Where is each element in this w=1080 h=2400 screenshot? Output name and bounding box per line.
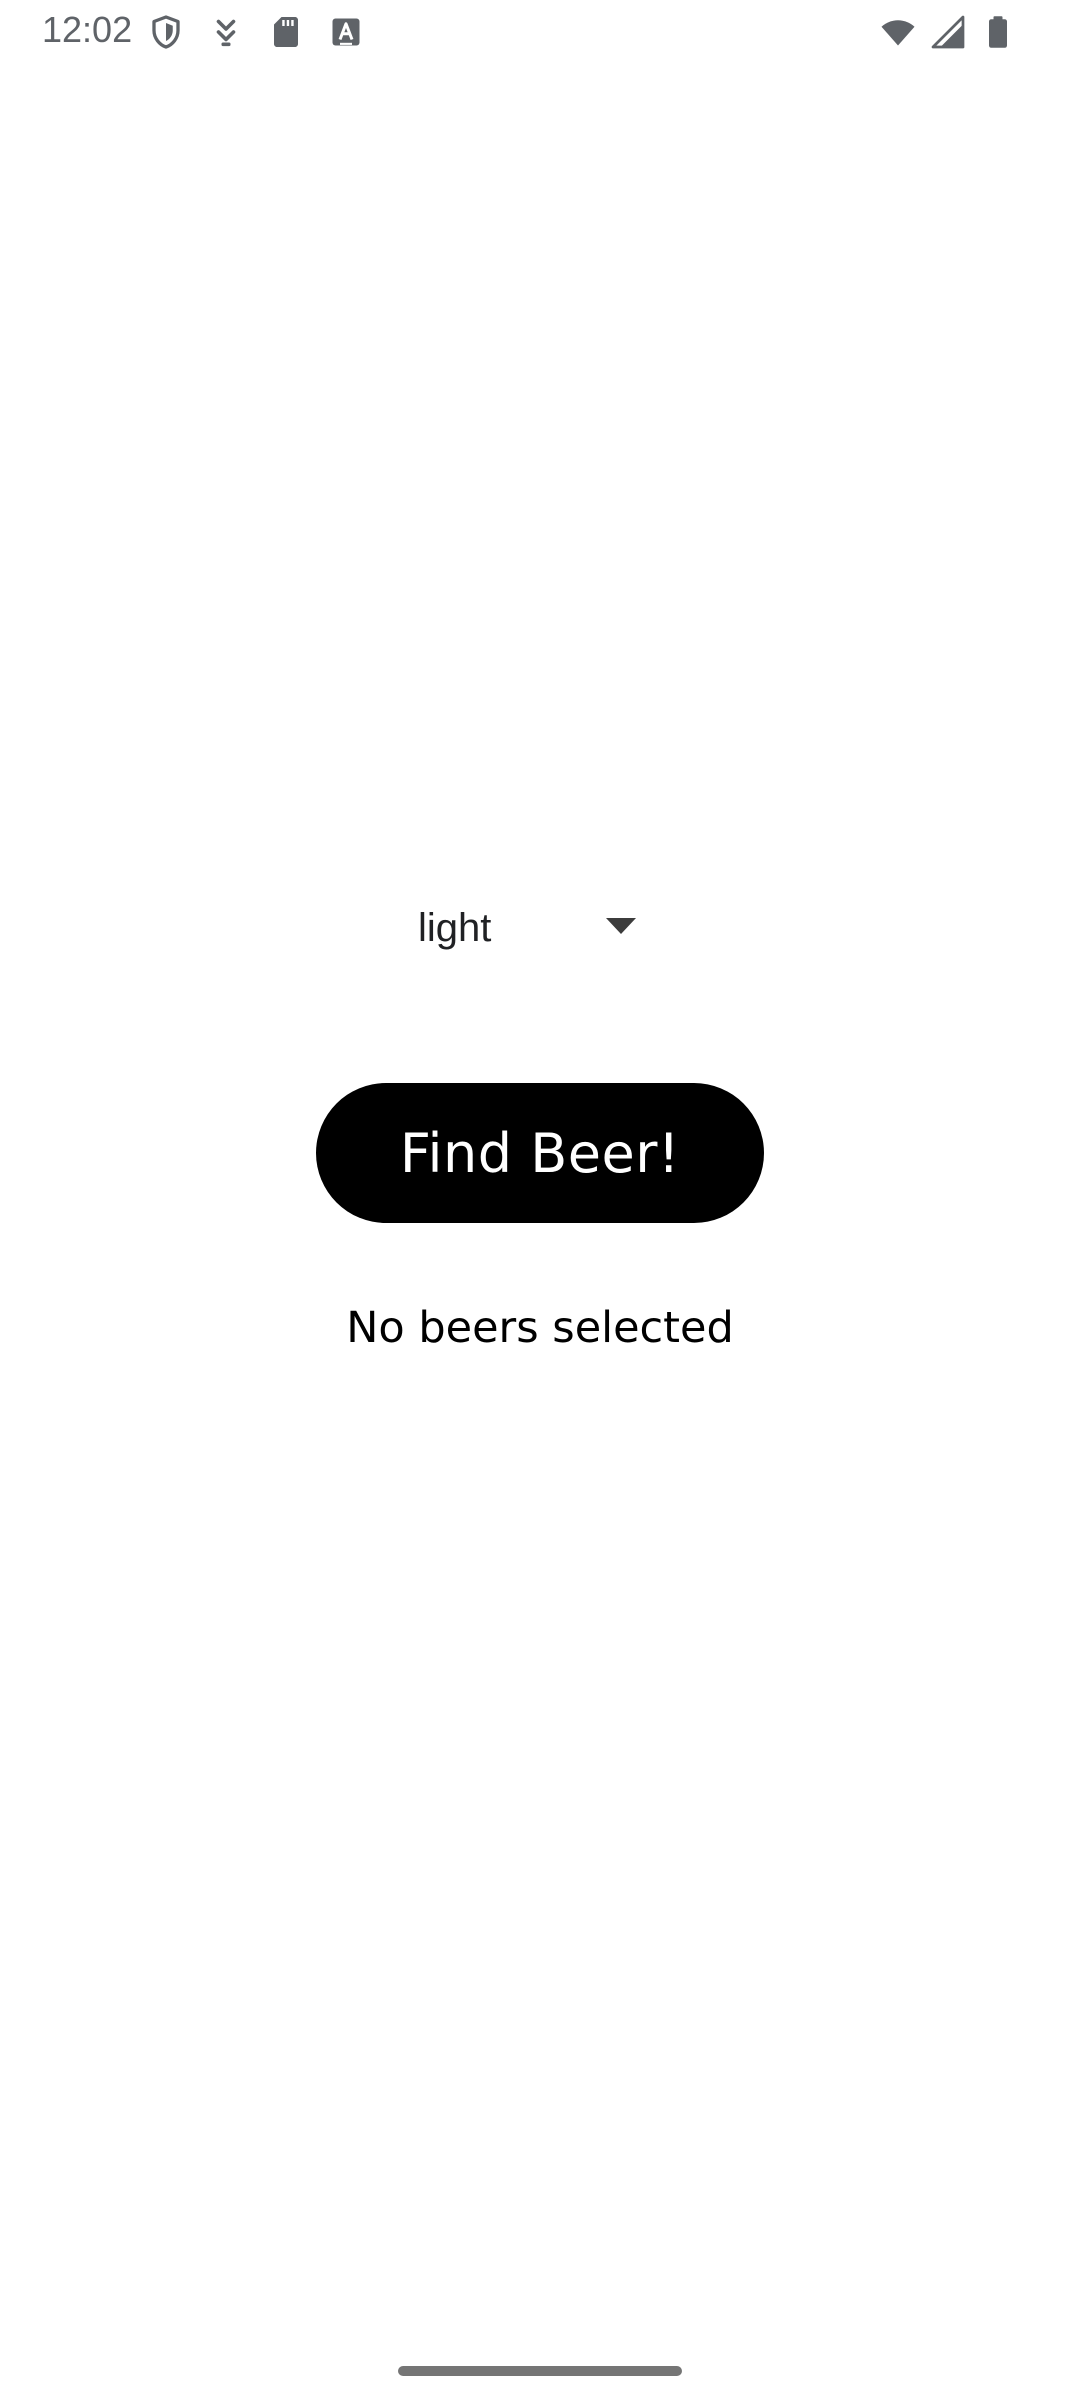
status-bar: 12:02: [0, 0, 1080, 64]
beer-type-dropdown[interactable]: light: [394, 888, 654, 968]
gesture-nav-handle[interactable]: [398, 2366, 682, 2376]
cellular-signal-icon: [931, 15, 965, 49]
wifi-icon: [881, 20, 915, 46]
status-time: 12:02: [42, 9, 133, 50]
status-notification-icons: [148, 12, 364, 52]
result-status-text: No beers selected: [346, 1303, 734, 1353]
keyboard-a-icon: [332, 18, 360, 46]
dropdown-selected-value: light: [418, 906, 492, 950]
find-beer-button[interactable]: Find Beer!: [316, 1083, 764, 1223]
battery-icon: [989, 16, 1007, 48]
shield-icon: [152, 15, 180, 49]
sd-card-icon: [274, 17, 298, 47]
dropdown-arrow-icon: [606, 918, 636, 934]
status-system-icons: [880, 12, 1016, 52]
download-arrows-icon: [216, 19, 236, 47]
